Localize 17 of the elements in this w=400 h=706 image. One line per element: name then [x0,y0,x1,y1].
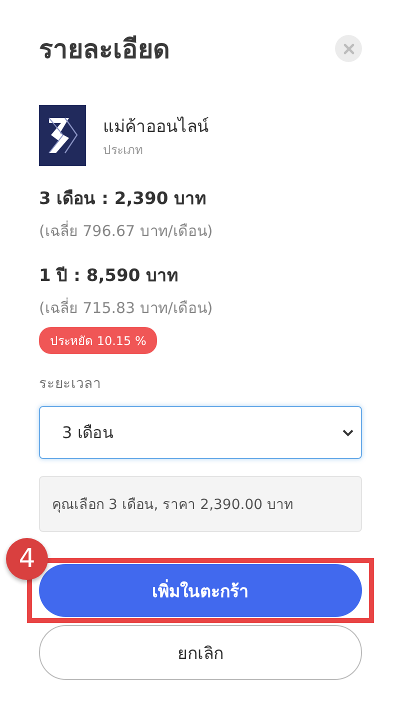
average-price: (เฉลี่ย 796.67 บาท/เดือน) [39,220,213,242]
summary-box: คุณเลือก 3 เดือน, ราคา 2,390.00 บาท [39,476,362,532]
product-name: แม่ค้าออนไลน์ [103,116,209,139]
dialog-title: รายละเอียด [39,34,170,67]
close-icon[interactable] [335,35,362,62]
duration-dropdown[interactable]: 3 เดือน [39,406,362,459]
logo-icon [39,105,86,166]
product-category: ประเภท [103,142,144,159]
plan-price: 3 เดือน : 2,390 บาท [39,188,206,211]
field-label: ระยะเวลา [39,375,102,394]
add-to-cart-button[interactable]: เพิ่มในตะกร้า [39,564,362,617]
savings-badge: ประหยัด 10.15 % [39,327,158,354]
step-badge: 4 [6,538,48,580]
cancel-button[interactable]: ยกเลิก [39,625,362,680]
average-price: (เฉลี่ย 715.83 บาท/เดือน) [39,296,213,319]
chevron-down-icon [342,428,354,436]
plan-price: 1 ปี : 8,590 บาท [39,265,178,288]
